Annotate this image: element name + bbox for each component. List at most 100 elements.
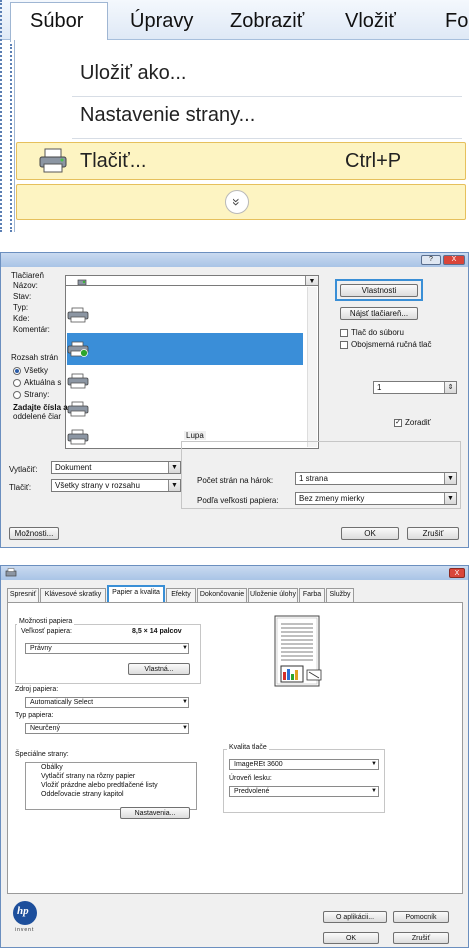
custom-button[interactable]: Vlastná... xyxy=(128,663,190,675)
duplex-checkbox[interactable]: Obojsmerná ručná tlač xyxy=(340,340,431,349)
printer-group-label: Tlačiareň xyxy=(11,271,44,280)
tab-effects[interactable]: Efekty xyxy=(166,588,196,602)
tab-job-storage[interactable]: Uloženie úlohy xyxy=(248,588,298,602)
range-hint: Zadajte čísla a xyxy=(13,403,68,412)
dialog-titlebar xyxy=(1,253,468,267)
hp-logo: hp xyxy=(13,901,37,925)
paper-type-label: Typ papiera: xyxy=(15,712,54,719)
printer-icon xyxy=(67,401,89,417)
chevron-down-icon[interactable]: ▼ xyxy=(168,480,180,491)
print-quality-combo[interactable]: ImageREt 3600 xyxy=(229,759,379,770)
menu-separator xyxy=(72,96,462,97)
tab-advanced[interactable]: Spresniť xyxy=(7,588,39,602)
where-label: Kde: xyxy=(13,314,30,323)
paper-size-combo[interactable]: Právny xyxy=(25,643,189,654)
list-item[interactable]: Oddeľovacie strany kapitol xyxy=(41,791,124,798)
chevron-down-icon[interactable]: ▼ xyxy=(168,462,180,473)
print-combo[interactable]: Všetky strany v rozsahu xyxy=(51,479,181,492)
chevron-down-icon[interactable]: ▼ xyxy=(444,493,456,504)
chevron-down-icon[interactable]: ▼ xyxy=(371,761,377,767)
about-button[interactable]: O aplikácii... xyxy=(323,911,387,923)
type-label: Typ: xyxy=(13,303,29,312)
paper-source-combo[interactable]: Automatically Select xyxy=(25,697,189,708)
dialog-titlebar xyxy=(1,566,468,580)
cancel-button[interactable]: Zrušiť xyxy=(393,932,449,944)
paper-options-label: Možnosti papiera xyxy=(17,618,75,625)
find-printer-button[interactable]: Nájsť tlačiareň... xyxy=(340,307,418,320)
chevron-down-icon[interactable]: ▼ xyxy=(182,645,188,651)
close-button[interactable]: X xyxy=(449,568,465,578)
scale-label: Podľa veľkosti papiera: xyxy=(197,496,279,505)
range-group-label: Rozsah strán xyxy=(11,353,59,362)
paper-size-value: 8,5 × 14 palcov xyxy=(132,628,182,635)
name-label: Názov: xyxy=(13,281,38,290)
range-hint-2: oddelené čiar xyxy=(13,412,62,421)
chevron-down-icon[interactable]: » xyxy=(225,190,249,214)
menu-insert[interactable]: Vložiť xyxy=(345,10,396,33)
list-scrollbar[interactable] xyxy=(307,287,317,447)
print-dialog: ? X Tlačiareň Názov: Stav: Typ: Kde: Kom… xyxy=(0,252,469,548)
pages-per-sheet-combo[interactable]: 1 strana xyxy=(295,472,457,485)
help-button[interactable]: ? xyxy=(421,255,441,265)
properties-button[interactable]: Vlastnosti xyxy=(340,284,418,297)
chevron-down-icon[interactable]: ▼ xyxy=(182,699,188,705)
copies-spinner[interactable]: ⇕ xyxy=(444,382,456,393)
list-item[interactable]: Obálky xyxy=(41,764,63,771)
list-item[interactable]: Vytlačiť strany na rôzny papier xyxy=(41,773,135,780)
range-current-radio[interactable]: Aktuálna s xyxy=(13,378,61,387)
ok-button[interactable]: OK xyxy=(341,527,399,540)
menu-edit[interactable]: Úpravy xyxy=(130,10,193,33)
menu-item-save-as[interactable]: Uložiť ako... xyxy=(80,62,186,85)
settings-button[interactable]: Nastavenia... xyxy=(120,807,190,819)
menu-item-page-setup[interactable]: Nastavenie strany... xyxy=(80,104,255,127)
tab-color[interactable]: Farba xyxy=(299,588,325,602)
printer-icon xyxy=(67,429,89,445)
list-item[interactable]: Vložiť prázdne alebo predtlačené listy xyxy=(41,782,158,789)
print-what-combo[interactable]: Dokument xyxy=(51,461,181,474)
ok-button[interactable]: OK xyxy=(323,932,379,944)
status-label: Stav: xyxy=(13,292,32,301)
menu-separator xyxy=(72,138,462,139)
file-menu-panel: Súbor Úpravy Zobraziť Vložiť Fo Uložiť a… xyxy=(0,0,469,232)
collate-checkbox[interactable]: ✓ Zoradiť xyxy=(394,418,431,427)
tab-shortcuts[interactable]: Klávesové skratky xyxy=(40,588,106,602)
paper-source-label: Zdroj papiera: xyxy=(15,686,59,693)
gloss-level-combo[interactable]: Predvolené xyxy=(229,786,379,797)
options-button[interactable]: Možnosti... xyxy=(9,527,59,540)
cancel-button[interactable]: Zrušiť xyxy=(407,527,459,540)
printer-icon xyxy=(5,568,17,577)
tab-paper-quality[interactable]: Papier a kvalita xyxy=(107,585,165,603)
pages-per-sheet-label: Počet strán na hárok: xyxy=(197,476,274,485)
chevron-down-icon[interactable]: ▼ xyxy=(444,473,456,484)
print-label: Tlačiť: xyxy=(9,483,32,492)
range-all-radio[interactable]: Všetky xyxy=(13,366,48,375)
chevron-down-icon[interactable]: ▼ xyxy=(371,788,377,794)
printer-icon xyxy=(39,148,67,173)
special-pages-label: Špeciálne strany: xyxy=(15,751,69,758)
close-button[interactable]: X xyxy=(443,255,465,265)
printer-list[interactable] xyxy=(65,285,319,449)
print-quality-label: Kvalita tlače xyxy=(227,744,269,751)
zoom-group-label: Lupa xyxy=(184,431,206,440)
menu-view[interactable]: Zobraziť xyxy=(230,10,304,33)
printer-icon xyxy=(67,307,89,323)
printer-list-selected-row[interactable] xyxy=(67,333,303,365)
menu-item-print-label: Tlačiť... xyxy=(80,150,147,172)
comment-label: Komentár: xyxy=(13,325,50,334)
print-what-label: Vytlačiť: xyxy=(9,465,38,474)
tab-services[interactable]: Služby xyxy=(326,588,354,602)
printer-icon xyxy=(67,373,89,389)
help-button[interactable]: Pomocník xyxy=(393,911,449,923)
chevron-down-icon[interactable]: ▼ xyxy=(182,725,188,731)
paper-type-combo[interactable]: Neurčený xyxy=(25,723,189,734)
properties-dialog: X Spresniť Klávesové skratky Papier a kv… xyxy=(0,565,469,948)
menu-format[interactable]: Fo xyxy=(445,10,468,33)
menu-item-print-shortcut: Ctrl+P xyxy=(345,150,402,172)
menu-file[interactable]: Súbor xyxy=(30,10,83,33)
print-to-file-checkbox[interactable]: Tlač do súboru xyxy=(340,328,404,337)
page-preview xyxy=(274,615,322,687)
scale-combo[interactable]: Bez zmeny mierky xyxy=(295,492,457,505)
tab-finishing[interactable]: Dokončovanie xyxy=(197,588,247,602)
range-pages-radio[interactable]: Strany: xyxy=(13,390,49,399)
paper-size-label: Veľkosť papiera: xyxy=(21,628,72,635)
